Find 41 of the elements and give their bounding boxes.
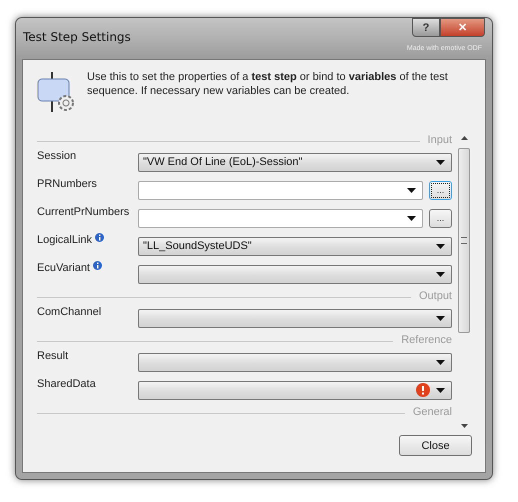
caret-icon (436, 316, 445, 320)
caret-icon (436, 244, 445, 248)
field-label: SharedData (37, 378, 96, 390)
field-label: LogicalLink (37, 234, 92, 246)
dropdown[interactable]: "LL_SoundSysteUDS" (138, 236, 452, 256)
caret-icon (407, 188, 416, 192)
section-title: Input (428, 134, 452, 146)
scroll-up-icon[interactable] (460, 136, 468, 140)
caret-icon (436, 388, 445, 392)
dropdown[interactable]: "VW End Of Line (EoL)-Session" (138, 152, 452, 172)
dropdown[interactable] (138, 380, 452, 400)
dropdown[interactable] (138, 308, 452, 328)
field-label: Session (37, 150, 76, 162)
input-field[interactable] (138, 180, 423, 200)
field-label: Result (37, 350, 68, 362)
scroll-thumb[interactable] (458, 148, 470, 333)
error-icon (416, 383, 430, 397)
section-title: Output (418, 290, 452, 302)
scroll-down-icon[interactable] (460, 424, 468, 428)
caret-icon (436, 360, 445, 364)
window-title: Test Step Settings (23, 30, 131, 44)
field-label: CurrentPrNumbers (37, 206, 130, 218)
info-icon (93, 261, 102, 270)
browse-button[interactable]: ... (429, 208, 452, 228)
description-text: Use this to set the properties of a test step or bind to variables of the test sequence. If necessary new variables can be created. (87, 70, 449, 99)
settings-icon (37, 72, 75, 112)
section-title: General (412, 406, 452, 418)
close-dialog-button[interactable]: Close (399, 435, 472, 456)
dropdown[interactable] (138, 264, 452, 284)
caret-icon (436, 272, 445, 276)
caret-icon (436, 160, 445, 164)
field-label: PRNumbers (37, 178, 97, 190)
help-button[interactable]: ? (412, 18, 440, 37)
info-icon (95, 233, 104, 242)
section-title: Reference (401, 334, 452, 346)
input-field[interactable] (138, 208, 423, 228)
field-label: EcuVariant (37, 262, 90, 274)
caret-icon (407, 216, 416, 220)
browse-button[interactable]: ... (429, 180, 452, 200)
field-label: ComChannel (37, 306, 102, 318)
dropdown[interactable] (138, 352, 452, 372)
